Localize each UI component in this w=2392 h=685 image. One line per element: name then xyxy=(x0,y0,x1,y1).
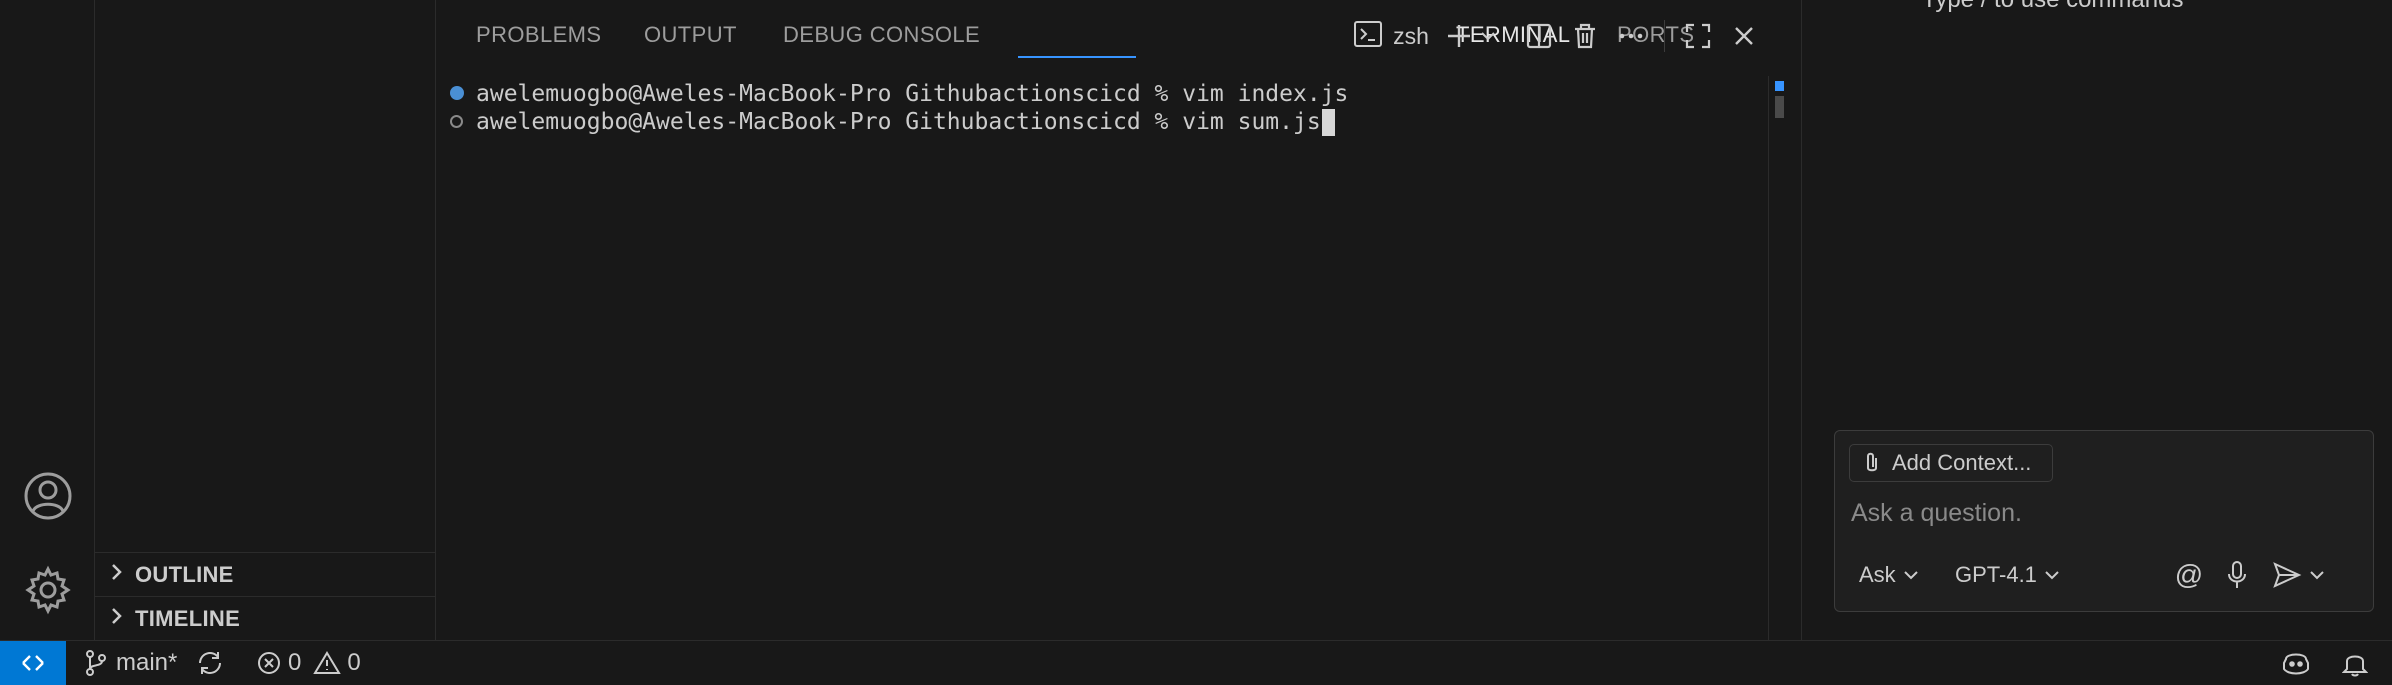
terminal-prompt: awelemuogbo@Aweles-MacBook-Pro Githubact… xyxy=(476,109,1169,135)
side-bar: OUTLINE TIMELINE xyxy=(95,0,436,640)
close-icon xyxy=(1735,27,1753,45)
at-icon: @ xyxy=(2174,559,2204,590)
toolbar-divider xyxy=(1664,20,1665,52)
sync-button[interactable] xyxy=(196,641,224,685)
mode-dropdown[interactable]: Ask xyxy=(1859,557,1920,593)
notifications-button[interactable] xyxy=(2342,641,2368,685)
plus-icon xyxy=(1448,25,1470,47)
close-panel-button[interactable] xyxy=(1721,14,1767,58)
remote-indicator[interactable] xyxy=(0,641,66,685)
split-icon xyxy=(1526,23,1552,49)
launch-profile-dropdown[interactable] xyxy=(1476,14,1500,58)
chat-toolbar: Ask GPT-4.1 @ xyxy=(1835,547,2375,603)
bottom-panel: PROBLEMS OUTPUT DEBUG CONSOLE TERMINAL P… xyxy=(436,0,1802,640)
chat-input-box: Add Context... Ask GPT-4.1 @ xyxy=(1834,430,2374,612)
model-dropdown[interactable]: GPT-4.1 xyxy=(1955,557,2061,593)
tab-output[interactable]: OUTPUT xyxy=(644,22,737,48)
terminal-line: awelemuogbo@Aweles-MacBook-Pro Githubact… xyxy=(476,108,1335,136)
model-label: GPT-4.1 xyxy=(1955,562,2037,587)
command-pending-marker[interactable] xyxy=(450,115,463,128)
add-context-button[interactable]: Add Context... xyxy=(1849,444,2053,482)
scroll-marker xyxy=(1775,81,1784,91)
shell-name: zsh xyxy=(1393,22,1429,49)
ellipsis-icon xyxy=(1619,33,1643,39)
send-options-dropdown[interactable] xyxy=(2305,557,2329,593)
chevron-right-icon xyxy=(109,562,125,587)
terminal-command: vim index.js xyxy=(1182,81,1349,107)
maximize-panel-button[interactable] xyxy=(1675,14,1721,58)
tab-debug-console[interactable]: DEBUG CONSOLE xyxy=(783,22,980,48)
warning-icon xyxy=(313,651,342,674)
add-context-label: Add Context... xyxy=(1892,450,2032,475)
tab-problems[interactable]: PROBLEMS xyxy=(476,22,601,48)
chat-hint: Type / to use commands xyxy=(1922,0,2183,14)
copilot-status[interactable] xyxy=(2280,641,2312,685)
copilot-icon xyxy=(2283,653,2309,675)
gear-icon[interactable] xyxy=(20,562,76,618)
error-icon xyxy=(258,652,280,674)
remote-icon xyxy=(22,655,44,671)
status-bar: main* 0 0 xyxy=(0,640,2392,685)
terminal-line: awelemuogbo@Aweles-MacBook-Pro Githubact… xyxy=(476,80,1348,108)
kill-terminal-button[interactable] xyxy=(1562,14,1608,58)
chevron-down-icon xyxy=(2310,571,2324,580)
accounts-icon[interactable] xyxy=(20,468,76,524)
command-success-marker[interactable] xyxy=(450,86,464,100)
chat-question-input[interactable] xyxy=(1849,493,2359,533)
send-icon xyxy=(2273,562,2302,588)
timeline-label: TIMELINE xyxy=(135,605,241,631)
more-actions-button[interactable] xyxy=(1608,14,1654,58)
voice-input-button[interactable] xyxy=(2219,557,2255,593)
split-terminal-button[interactable] xyxy=(1516,14,1562,58)
new-terminal-button[interactable] xyxy=(1442,14,1476,58)
mention-button[interactable]: @ xyxy=(2171,557,2207,593)
branch-status[interactable]: main* xyxy=(84,641,177,685)
trash-icon xyxy=(1575,23,1595,49)
timeline-section[interactable]: TIMELINE xyxy=(95,596,436,640)
chevron-down-icon xyxy=(1481,32,1495,41)
branch-name: main* xyxy=(116,649,178,676)
chat-panel: Type / to use commands Add Context... As… xyxy=(1802,0,2392,640)
sync-icon xyxy=(199,652,221,674)
terminal-scrollbar[interactable] xyxy=(1768,76,1784,640)
outline-label: OUTLINE xyxy=(135,561,234,587)
terminal-prompt: awelemuogbo@Aweles-MacBook-Pro Githubact… xyxy=(476,81,1169,107)
terminal-icon xyxy=(1353,19,1383,54)
mode-label: Ask xyxy=(1859,562,1896,587)
terminal-cursor xyxy=(1321,108,1335,136)
active-tab-indicator xyxy=(1018,56,1136,58)
terminal-command: vim sum.js xyxy=(1182,109,1321,135)
warning-count: 0 xyxy=(347,649,361,676)
chevron-down-icon xyxy=(1903,571,1918,580)
problems-status[interactable]: 0 0 xyxy=(256,641,361,685)
scroll-thumb[interactable] xyxy=(1775,96,1784,118)
microphone-icon xyxy=(2228,561,2246,588)
activity-bar xyxy=(0,0,95,640)
send-button[interactable] xyxy=(2269,557,2305,593)
error-count: 0 xyxy=(288,649,302,676)
chevron-down-icon xyxy=(2045,571,2059,580)
terminal-shell-selector[interactable]: zsh xyxy=(1346,14,1436,58)
terminal-output[interactable]: awelemuogbo@Aweles-MacBook-Pro Githubact… xyxy=(436,76,1768,636)
source-control-icon xyxy=(86,650,106,676)
panel-actions: zsh xyxy=(1346,14,1767,58)
bell-icon xyxy=(2342,655,2368,677)
paperclip-icon xyxy=(1867,452,1877,472)
outline-section[interactable]: OUTLINE xyxy=(95,552,436,596)
maximize-icon xyxy=(1685,23,1711,49)
chevron-right-icon xyxy=(109,606,125,631)
